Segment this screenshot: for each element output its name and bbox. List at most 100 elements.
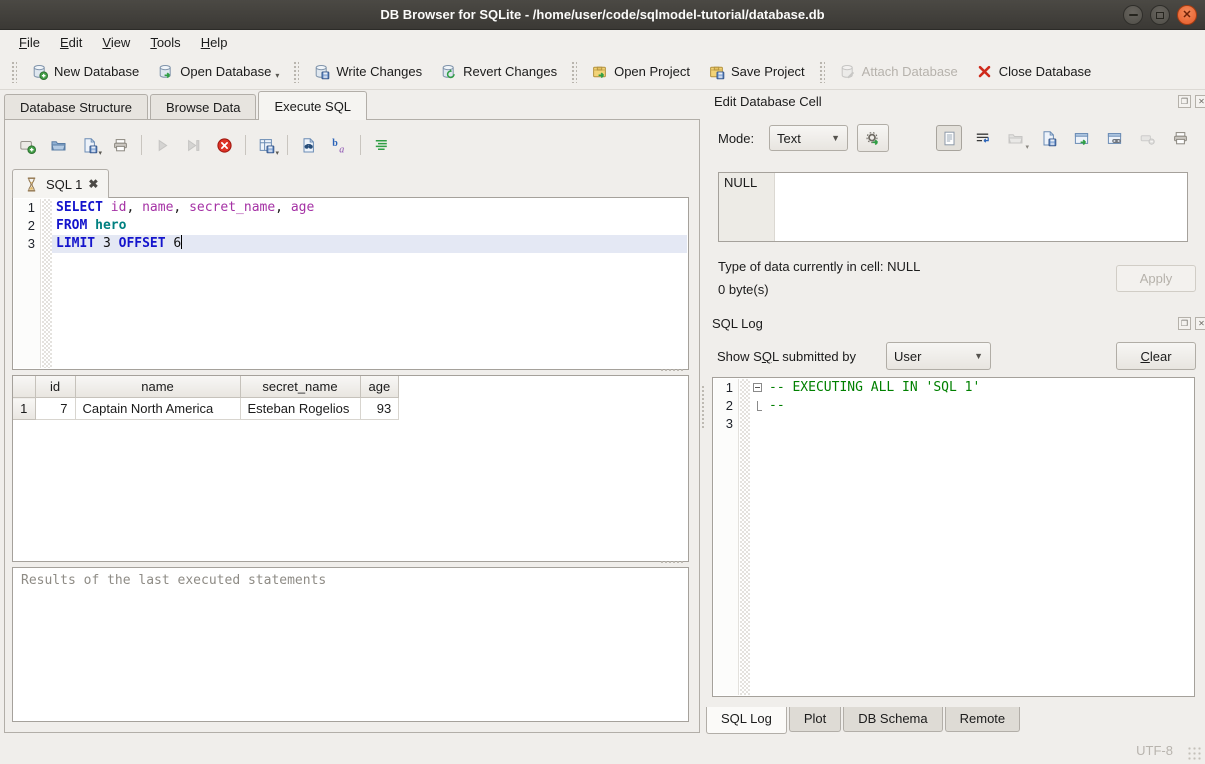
fold-marker: [750, 419, 765, 437]
cell-editor[interactable]: NULL: [718, 172, 1188, 242]
title-bar[interactable]: DB Browser for SQLite - /home/user/code/…: [0, 0, 1205, 30]
line-number: 2: [14, 217, 40, 235]
fold-marker[interactable]: [750, 401, 765, 419]
menu-file[interactable]: File: [10, 32, 49, 53]
sql-editor[interactable]: 123 SELECT id, name, secret_name, ageFRO…: [12, 197, 689, 370]
close-tab-icon[interactable]: ✖: [88, 177, 98, 191]
tab-execute-sql[interactable]: Execute SQL: [258, 91, 367, 120]
word-wrap-button[interactable]: [969, 125, 995, 151]
open-project-button[interactable]: Open Project: [582, 58, 699, 85]
print-button[interactable]: [1167, 125, 1193, 151]
execute-to-cursor-button[interactable]: [180, 132, 206, 158]
code-line[interactable]: LIMIT 3 OFFSET 6: [52, 235, 687, 253]
table-row: 17Captain North AmericaEsteban Rogelios9…: [13, 398, 399, 420]
float-panel-icon[interactable]: ❐: [1178, 317, 1191, 330]
svg-text:b: b: [332, 138, 338, 149]
link-button[interactable]: [1101, 125, 1127, 151]
sql-log-editor[interactable]: 123 -- EXECUTING ALL IN 'SQL 1'--: [712, 377, 1195, 697]
close-panel-icon[interactable]: ✕: [1195, 95, 1205, 108]
tab-browse-data[interactable]: Browse Data: [150, 94, 256, 120]
menu-view[interactable]: View: [93, 32, 139, 53]
editor-code-area[interactable]: SELECT id, name, secret_name, ageFROM he…: [52, 199, 687, 368]
replace-button[interactable]: ba: [326, 132, 352, 158]
stop-button[interactable]: [211, 132, 237, 158]
log-fold-markers[interactable]: [750, 379, 765, 695]
toolbar-separator: [245, 135, 246, 155]
maximize-icon[interactable]: [1150, 5, 1170, 25]
menu-tools[interactable]: Tools: [141, 32, 189, 53]
write-changes-button[interactable]: Write Changes: [304, 58, 431, 85]
export-button[interactable]: [1035, 125, 1061, 151]
minimize-icon[interactable]: [1123, 5, 1143, 25]
cell-secret-name[interactable]: Esteban Rogelios: [240, 398, 360, 420]
dock-tab-sql-log[interactable]: SQL Log: [706, 707, 787, 734]
code-line[interactable]: FROM hero: [52, 217, 687, 235]
attach-database-button[interactable]: Attach Database: [830, 58, 967, 85]
save-sql-file-button[interactable]: ▾: [76, 132, 102, 158]
cell-age[interactable]: 93: [360, 398, 399, 420]
open-sql-file-button[interactable]: [45, 132, 71, 158]
format-sql-button[interactable]: [368, 132, 394, 158]
results-message-box[interactable]: Results of the last executed statements: [12, 567, 689, 722]
text-mode-button[interactable]: [936, 125, 962, 151]
import-icon: [1007, 130, 1024, 147]
collapse-icon[interactable]: [753, 383, 762, 392]
set-null-button[interactable]: [1134, 125, 1160, 151]
results-header-row: idnamesecret_nameage: [13, 376, 399, 398]
close-panel-icon[interactable]: ✕: [1195, 317, 1205, 330]
splitter-handle[interactable]: [660, 560, 684, 565]
dock-tab-db-schema[interactable]: DB Schema: [843, 707, 942, 732]
apply-button[interactable]: Apply: [1116, 265, 1196, 292]
format-sql-icon: [373, 137, 390, 154]
sql-tab-label: SQL 1: [46, 177, 82, 192]
column-header-id[interactable]: id: [35, 376, 75, 398]
menu-edit[interactable]: Edit: [51, 32, 91, 53]
edit-cell-toolbar: ▾: [936, 124, 1193, 152]
cell-name[interactable]: Captain North America: [75, 398, 240, 420]
apply-format-button[interactable]: [857, 124, 889, 152]
results-corner-cell[interactable]: [13, 376, 35, 398]
float-panel-icon[interactable]: ❐: [1178, 95, 1191, 108]
row-header[interactable]: 1: [13, 398, 35, 420]
execute-all-button[interactable]: [149, 132, 175, 158]
new-sql-tab-button[interactable]: [14, 132, 40, 158]
splitter-handle[interactable]: [660, 368, 684, 373]
revert-changes-button[interactable]: Revert Changes: [431, 58, 566, 85]
chevron-down-icon: ▼: [831, 133, 840, 143]
fold-end-marker: [757, 401, 762, 411]
tab-sql-1[interactable]: SQL 1 ✖: [12, 169, 109, 198]
open-in-app-button[interactable]: [1068, 125, 1094, 151]
open-results-button[interactable]: ▾: [253, 132, 279, 158]
toolbar-grip[interactable]: [11, 61, 17, 83]
column-header-age[interactable]: age: [360, 376, 399, 398]
print-icon: [112, 137, 129, 154]
resize-grip[interactable]: [1187, 746, 1201, 760]
panel-splitter[interactable]: [701, 385, 706, 429]
dock-tab-remote[interactable]: Remote: [945, 707, 1021, 732]
cell-size-info: 0 byte(s): [718, 282, 769, 297]
tab-database-structure[interactable]: Database Structure: [4, 94, 148, 120]
menu-help[interactable]: Help: [192, 32, 237, 53]
cell-id[interactable]: 7: [35, 398, 75, 420]
close-database-button[interactable]: Close Database: [967, 58, 1101, 85]
column-header-secret-name[interactable]: secret_name: [240, 376, 360, 398]
import-button[interactable]: ▾: [1002, 125, 1028, 151]
code-line[interactable]: SELECT id, name, secret_name, age: [52, 199, 687, 217]
new-database-button[interactable]: New Database: [22, 58, 148, 85]
mode-select[interactable]: Text ▼: [769, 125, 848, 151]
save-project-button[interactable]: Save Project: [699, 58, 814, 85]
find-button[interactable]: [295, 132, 321, 158]
log-filter-select[interactable]: User ▼: [886, 342, 991, 370]
toolbar-separator: [287, 135, 288, 155]
close-icon[interactable]: ✕: [1177, 5, 1197, 25]
open-database-button[interactable]: Open Database▾: [148, 58, 288, 85]
print-button[interactable]: [107, 132, 133, 158]
column-header-name[interactable]: name: [75, 376, 240, 398]
replace-icon: ba: [331, 137, 348, 154]
cell-editor-area[interactable]: [775, 173, 1187, 241]
toolbar-button-label: Open Project: [614, 64, 690, 79]
clear-log-button[interactable]: Clear: [1116, 342, 1196, 370]
log-line: --: [765, 397, 1193, 415]
fold-marker[interactable]: [750, 383, 765, 401]
dock-tab-plot[interactable]: Plot: [789, 707, 841, 732]
